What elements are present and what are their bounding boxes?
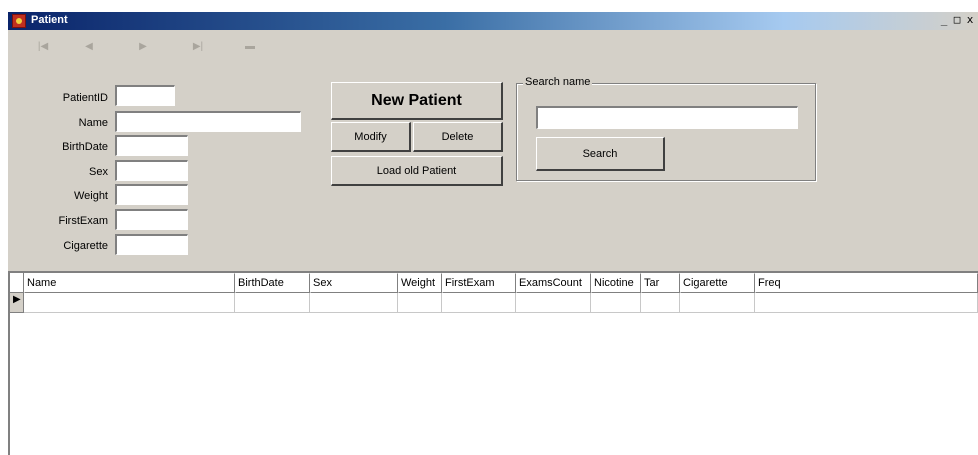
- patient-grid[interactable]: Name BirthDate Sex Weight FirstExam Exam…: [8, 271, 978, 455]
- prior-record-icon[interactable]: ◀: [80, 38, 98, 56]
- sex-label: Sex: [89, 166, 108, 178]
- header-indicator-cell: [10, 273, 24, 293]
- weight-field[interactable]: [115, 184, 188, 205]
- search-group-label: Search name: [523, 76, 593, 88]
- patient-window: Patient _ □ x |◀ ◀ ▶ ▶| ▬ PatientID Name…: [8, 12, 978, 455]
- next-record-icon[interactable]: ▶: [134, 38, 152, 56]
- patient-id-label: PatientID: [62, 92, 108, 104]
- column-header-cigarette[interactable]: Cigarette: [680, 273, 755, 293]
- load-old-patient-button[interactable]: Load old Patient: [331, 156, 503, 186]
- cell-tar[interactable]: [641, 293, 680, 313]
- column-header-first-exam[interactable]: FirstExam: [442, 273, 516, 293]
- minimize-button[interactable]: _: [938, 13, 950, 28]
- cell-nicotine[interactable]: [591, 293, 641, 313]
- column-header-tar[interactable]: Tar: [641, 273, 680, 293]
- sex-field[interactable]: [115, 160, 188, 181]
- birthdate-field[interactable]: [115, 135, 188, 156]
- title-bar[interactable]: Patient _ □ x: [8, 12, 978, 30]
- new-patient-button[interactable]: New Patient: [331, 82, 503, 120]
- current-row-arrow-icon: ▶: [13, 294, 21, 305]
- name-field[interactable]: [115, 111, 301, 132]
- cigarette-field[interactable]: [115, 234, 188, 255]
- window-controls: _ □ x: [938, 13, 976, 29]
- window-title: Patient: [31, 14, 68, 26]
- column-header-exams-count[interactable]: ExamsCount: [516, 273, 591, 293]
- patient-app-icon[interactable]: [12, 14, 26, 28]
- cell-cigarette[interactable]: [680, 293, 755, 313]
- first-record-icon[interactable]: |◀: [34, 38, 52, 56]
- cell-first-exam[interactable]: [442, 293, 516, 313]
- maximize-button[interactable]: □: [951, 13, 963, 28]
- search-group: Search name Search: [516, 76, 816, 181]
- first-exam-label: FirstExam: [58, 215, 109, 227]
- cell-exams-count[interactable]: [516, 293, 591, 313]
- column-header-birthdate[interactable]: BirthDate: [235, 273, 310, 293]
- cell-freq[interactable]: [755, 293, 978, 313]
- cell-weight[interactable]: [398, 293, 442, 313]
- search-button[interactable]: Search: [536, 137, 665, 171]
- last-record-icon[interactable]: ▶|: [189, 38, 207, 56]
- cell-birthdate[interactable]: [235, 293, 310, 313]
- close-button[interactable]: x: [964, 13, 976, 28]
- cigarette-label: Cigarette: [63, 240, 108, 252]
- name-label: Name: [78, 117, 108, 129]
- delete-button[interactable]: Delete: [413, 122, 503, 152]
- column-header-weight[interactable]: Weight: [398, 273, 442, 293]
- modify-button[interactable]: Modify: [331, 122, 411, 152]
- first-exam-field[interactable]: [115, 209, 188, 230]
- search-name-field[interactable]: [536, 106, 798, 129]
- patient-id-field[interactable]: [115, 85, 175, 106]
- insert-record-icon[interactable]: ▬: [241, 38, 259, 56]
- column-header-sex[interactable]: Sex: [310, 273, 398, 293]
- row-indicator: ▶: [10, 293, 24, 313]
- cell-sex[interactable]: [310, 293, 398, 313]
- weight-label: Weight: [73, 190, 108, 202]
- birthdate-label: BirthDate: [62, 141, 108, 153]
- cell-name[interactable]: [24, 293, 235, 313]
- column-header-name[interactable]: Name: [24, 273, 235, 293]
- column-header-nicotine[interactable]: Nicotine: [591, 273, 641, 293]
- column-header-freq[interactable]: Freq: [755, 273, 978, 293]
